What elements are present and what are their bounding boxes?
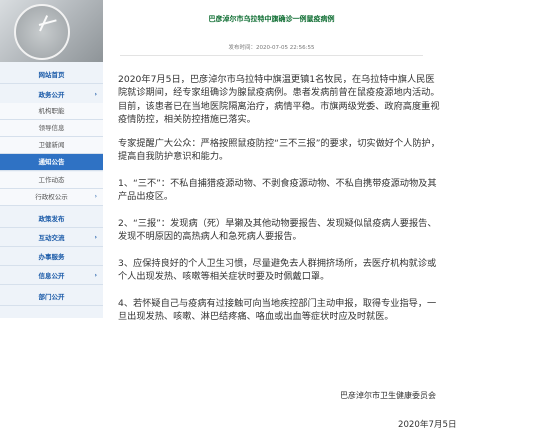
article-paragraph: 4、若怀疑自己与疫病有过接触可向当地疾控部门主动申报，取得专业指导，一旦出现发热…: [118, 298, 437, 323]
article-paragraph: 2、“三报”：发现病（死）旱獭及其他动物要报告、发现疑似鼠疫病人要报告、发现不明…: [118, 218, 437, 243]
sidebar-item[interactable]: 部门公开: [0, 289, 103, 306]
sidebar-item[interactable]: 通知公告: [0, 154, 103, 171]
sidebar-item[interactable]: 领导信息: [0, 120, 103, 137]
sidebar-item-label: 部门公开: [38, 293, 65, 301]
chevron-right-icon: ›: [94, 234, 97, 241]
article-paragraph: 2020年7月5日，巴彦淖尔市乌拉特中旗温更镇1名牧民，在乌拉特中旗人民医院就诊…: [118, 74, 440, 126]
chevron-right-icon: ›: [94, 272, 97, 279]
sidebar-item-label: 通知公告: [38, 158, 65, 166]
sidebar-item-label: 互动交流: [38, 234, 65, 242]
sidebar-banner-image: [0, 0, 103, 62]
clock-icon: [14, 4, 70, 60]
sidebar-item[interactable]: 工作动态: [0, 172, 103, 189]
issuing-organization: 巴彦淖尔市卫生健康委员会: [340, 391, 436, 400]
sidebar-item[interactable]: 机构职能: [0, 103, 103, 120]
sidebar-item[interactable]: 政务公开 ›: [0, 87, 103, 104]
sidebar-item-label: 信息公开: [38, 272, 65, 280]
sidebar-item-label: 领导信息: [38, 124, 65, 132]
sidebar-item[interactable]: 网站首页: [0, 67, 103, 84]
sidebar-item-label: 卫健新闻: [38, 141, 65, 149]
article-paragraph: 专家提醒广大公众：严格按照鼠疫防控“三不三报”的要求，切实做好个人防护，提高自我…: [118, 138, 440, 163]
article-paragraph: 1、“三不”：不私自捕猎疫源动物、不剥食疫源动物、不私自携带疫源动物及其产品出疫…: [118, 178, 437, 203]
issue-date: 2020年7月5日: [398, 420, 457, 430]
sidebar-item[interactable]: 卫健新闻: [0, 137, 103, 154]
sidebar-item-label: 办事服务: [38, 253, 65, 261]
chevron-right-icon: ›: [94, 91, 97, 98]
article-paragraph: 3、应保持良好的个人卫生习惯，尽量避免去人群拥挤场所，去医疗机构就诊或个人出现发…: [118, 258, 437, 283]
sidebar-item-label: 政策发布: [38, 215, 65, 223]
sidebar-item[interactable]: 行政权公示 ›: [0, 189, 103, 206]
sidebar-item-label: 政务公开: [38, 91, 65, 99]
sidebar-item-label: 工作动态: [38, 176, 65, 184]
sidebar-item[interactable]: 办事服务: [0, 249, 103, 266]
article-title: 巴彦淖尔市乌拉特中旗确诊一例鼠疫病例: [208, 15, 335, 23]
sidebar-item-label: 网站首页: [38, 71, 65, 79]
publish-time: 发布时间：2020-07-05 22:56:55: [228, 45, 315, 51]
sidebar-item-label: 行政权公示: [35, 193, 68, 201]
article-header: 巴彦淖尔市乌拉特中旗确诊一例鼠疫病例 发布时间：2020-07-05 22:56…: [103, 0, 440, 51]
sidebar-item[interactable]: 互动交流 ›: [0, 230, 103, 247]
sidebar-item[interactable]: 政策发布: [0, 211, 103, 228]
sidebar-item[interactable]: 信息公开 ›: [0, 268, 103, 285]
sidebar-item-label: 机构职能: [38, 107, 65, 115]
divider: [120, 55, 423, 56]
chevron-right-icon: ›: [94, 193, 97, 200]
